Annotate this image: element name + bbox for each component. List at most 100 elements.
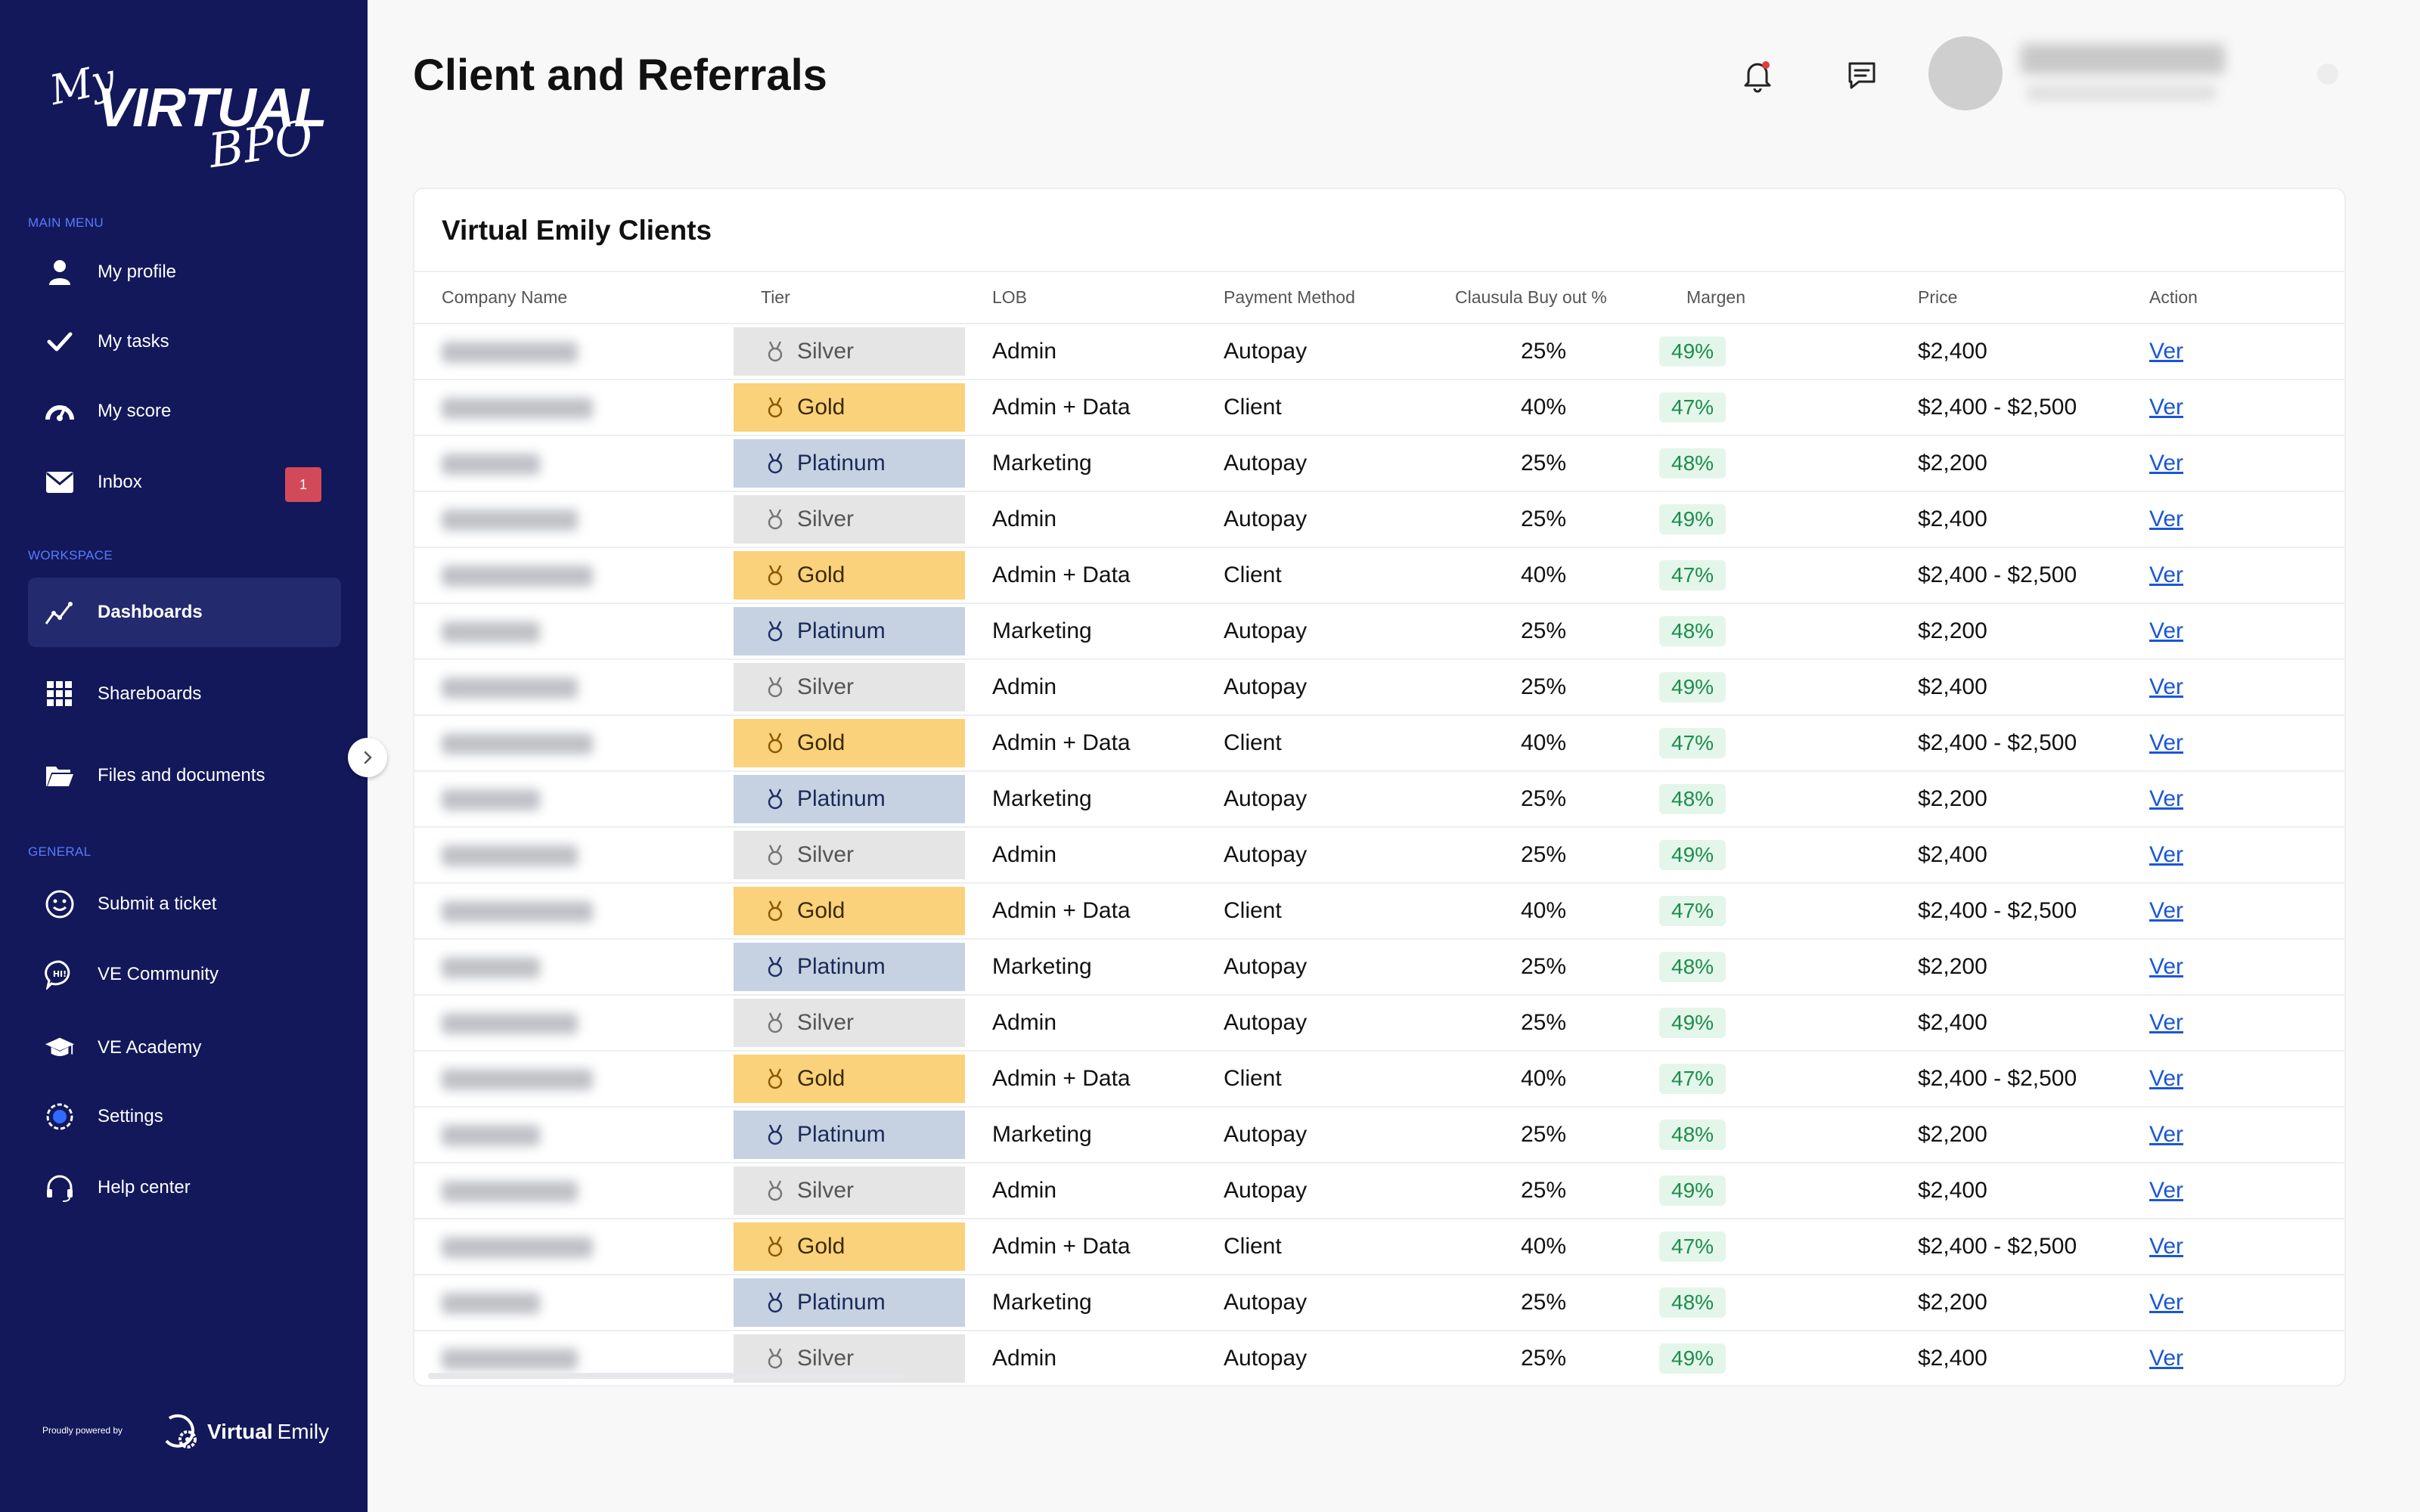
price-cell: $2,400 - $2,500 [1891, 883, 2122, 940]
collapse-sidebar-button[interactable] [348, 738, 387, 777]
sidebar-item-submit-a-ticket[interactable]: Submit a ticket [28, 869, 341, 939]
margen-cell: 47% [1659, 380, 1891, 436]
view-link[interactable]: Ver [2149, 395, 2183, 420]
company-name-redacted [442, 454, 540, 476]
horizontal-scrollbar[interactable] [428, 1373, 904, 1379]
view-link[interactable]: Ver [2149, 1010, 2183, 1035]
view-link[interactable]: Ver [2149, 674, 2183, 699]
company-name-cell [414, 1163, 734, 1219]
tier-cell: Silver [734, 827, 965, 884]
company-name-cell [414, 491, 734, 548]
lob-cell: Marketing [965, 603, 1196, 660]
view-link[interactable]: Ver [2149, 1290, 2183, 1315]
tier-label: Gold [797, 1234, 845, 1259]
medal-icon [768, 1068, 783, 1089]
view-link[interactable]: Ver [2149, 786, 2183, 811]
lob-cell: Admin [965, 995, 1196, 1052]
lob-cell: Marketing [965, 939, 1196, 996]
view-link[interactable]: Ver [2149, 1178, 2183, 1203]
view-link[interactable]: Ver [2149, 1346, 2183, 1371]
company-name-cell [414, 547, 734, 604]
user-icon [45, 257, 75, 287]
payment-method-cell: Client [1196, 715, 1428, 772]
tier-badge: Platinum [734, 1278, 965, 1327]
sidebar-item-settings[interactable]: Settings [28, 1082, 341, 1151]
buyout-cell: 25% [1428, 995, 1659, 1052]
company-name-redacted [442, 342, 578, 364]
view-link[interactable]: Ver [2149, 562, 2183, 587]
messages-button[interactable] [1841, 54, 1883, 97]
brand-virtual: Virtual [207, 1420, 273, 1443]
table-row: Gold Admin + Data Client 40% 47% $2,400 - $2,… [414, 1051, 2344, 1108]
lob-cell: Admin + Data [965, 1219, 1196, 1275]
column-company-name[interactable]: Company Name [414, 272, 734, 324]
price-cell: $2,400 - $2,500 [1891, 1219, 2122, 1275]
view-link[interactable]: Ver [2149, 1122, 2183, 1147]
tier-label: Silver [797, 339, 855, 364]
tier-cell: Silver [734, 324, 965, 380]
lob-cell: Marketing [965, 435, 1196, 492]
column-tier[interactable]: Tier [734, 272, 965, 324]
payment-method-cell: Autopay [1196, 1331, 1428, 1385]
payment-method-cell: Client [1196, 883, 1428, 940]
view-link[interactable]: Ver [2149, 898, 2183, 923]
sidebar-item-my-score[interactable]: My score [28, 376, 341, 446]
sidebar-item-my-tasks[interactable]: My tasks [28, 307, 341, 376]
sidebar-item-ve-community[interactable]: HI! VE Community [28, 940, 341, 1009]
payment-method-cell: Autopay [1196, 324, 1428, 380]
column-payment-method[interactable]: Payment Method [1196, 272, 1428, 324]
buyout-cell: 40% [1428, 1051, 1659, 1108]
company-name-redacted [442, 621, 540, 643]
margen-badge: 49% [1659, 1008, 1727, 1038]
view-link[interactable]: Ver [2149, 618, 2183, 643]
sidebar-item-files-and-documents[interactable]: Files and documents [28, 741, 341, 810]
view-link[interactable]: Ver [2149, 1234, 2183, 1259]
company-name-redacted [442, 1125, 540, 1147]
view-link[interactable]: Ver [2149, 339, 2183, 364]
sidebar-item-my-profile[interactable]: My profile [28, 237, 341, 307]
table-row: Gold Admin + Data Client 40% 47% $2,400 - $2,… [414, 715, 2344, 772]
notifications-button[interactable] [1736, 54, 1779, 97]
action-cell: Ver [2122, 1051, 2344, 1108]
user-menu-toggle[interactable] [2317, 64, 2338, 85]
margen-cell: 49% [1659, 491, 1891, 548]
action-cell: Ver [2122, 771, 2344, 828]
sidebar-item-help-center[interactable]: Help center [28, 1153, 341, 1222]
view-link[interactable]: Ver [2149, 842, 2183, 867]
margen-badge: 48% [1659, 952, 1727, 982]
view-link[interactable]: Ver [2149, 1066, 2183, 1091]
sidebar-item-shareboards[interactable]: Shareboards [28, 659, 341, 729]
view-link[interactable]: Ver [2149, 507, 2183, 531]
sidebar-item-ve-academy[interactable]: VE Academy [28, 1013, 341, 1083]
view-link[interactable]: Ver [2149, 954, 2183, 979]
tier-cell: Gold [734, 1051, 965, 1108]
margen-badge: 47% [1659, 896, 1727, 926]
table-row: Silver Admin Autopay 25% 49% $2,400 Ver [414, 659, 2344, 716]
tier-label: Silver [797, 1178, 855, 1203]
buyout-cell: 25% [1428, 1163, 1659, 1219]
tier-cell: Gold [734, 547, 965, 604]
action-cell: Ver [2122, 491, 2344, 548]
lob-cell: Marketing [965, 771, 1196, 828]
my-virtual-bpo-logo[interactable]: My VIRTUAL BPO [45, 54, 327, 178]
action-cell: Ver [2122, 1275, 2344, 1331]
sidebar-item-dashboards[interactable]: Dashboards [28, 578, 341, 647]
column-margen[interactable]: Margen [1659, 272, 1891, 324]
column-action[interactable]: Action [2122, 272, 2344, 324]
margen-badge: 47% [1659, 1232, 1727, 1262]
margen-badge: 47% [1659, 560, 1727, 590]
column-buyout[interactable]: Clausula Buy out % [1428, 272, 1659, 324]
column-lob[interactable]: LOB [965, 272, 1196, 324]
sidebar-item-inbox[interactable]: Inbox 1 [28, 448, 341, 517]
view-link[interactable]: Ver [2149, 730, 2183, 755]
action-cell: Ver [2122, 715, 2344, 772]
view-link[interactable]: Ver [2149, 451, 2183, 476]
table-row: Silver Admin Autopay 25% 49% $2,400 Ver [414, 827, 2344, 884]
table-row: Platinum Marketing Autopay 25% 48% $2,200 Ver [414, 771, 2344, 828]
user-avatar[interactable] [1928, 36, 2003, 110]
tier-badge: Gold [734, 383, 965, 432]
column-price[interactable]: Price [1891, 272, 2122, 324]
price-cell: $2,400 - $2,500 [1891, 380, 2122, 436]
margen-cell: 49% [1659, 827, 1891, 884]
clients-card: Virtual Emily Clients Company Name Tier … [413, 187, 2346, 1387]
